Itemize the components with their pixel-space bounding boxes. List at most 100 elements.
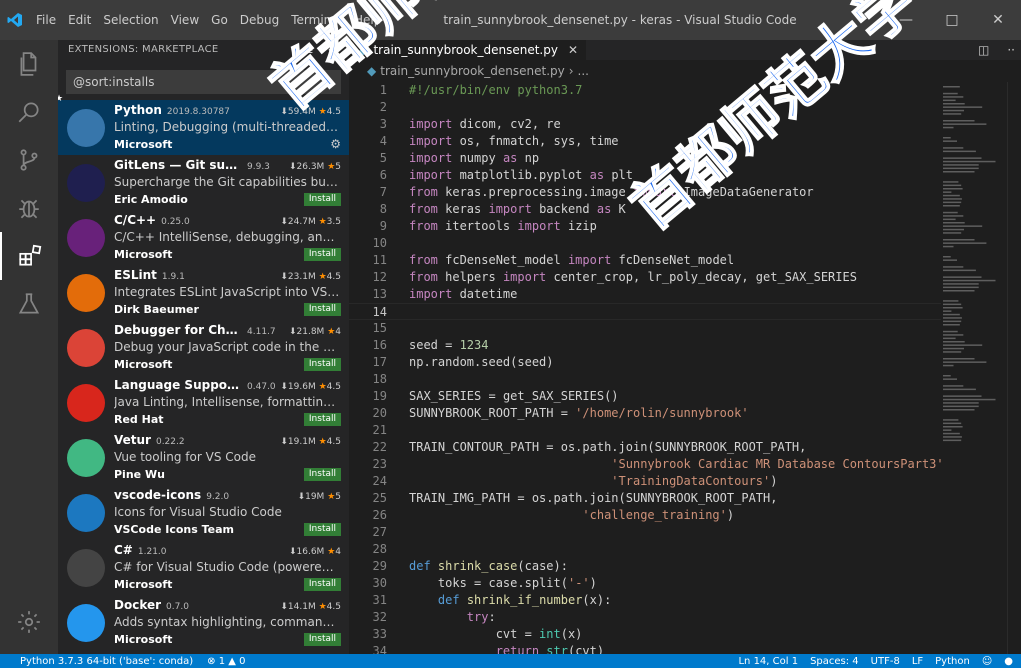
code-line[interactable]: 19 SAX_SERIES = get_SAX_SERIES() xyxy=(349,388,941,405)
language-mode[interactable]: Python xyxy=(935,656,970,667)
code-line[interactable]: 23 'Sunnybrook Cardiac MR Database Conto… xyxy=(349,456,941,473)
code-line[interactable]: 17 np.random.seed(seed) xyxy=(349,354,941,371)
tab-train-sunnybrook[interactable]: ◆ train_sunnybrook_densenet.py ✕ xyxy=(349,40,587,60)
code-line[interactable]: 30 toks = case.split('-') xyxy=(349,575,941,592)
install-button[interactable]: Install xyxy=(303,302,341,316)
rating-star-icon: ★ xyxy=(318,272,327,282)
minimap-line xyxy=(943,313,960,316)
extension-item[interactable]: Language Support f... 0.47.0 ⬇19.6M ★4.5 Ja… xyxy=(58,375,349,430)
code-line[interactable]: 29 def shrink_case(case): xyxy=(349,558,941,575)
code-line[interactable]: 31 def shrink_if_number(x): xyxy=(349,592,941,609)
extension-item[interactable]: Debugger for Chrome 4.11.7 ⬇21.8M ★4 Debug … xyxy=(58,320,349,375)
extension-item[interactable]: Vetur 0.22.2 ⬇19.1M ★4.5 Vue tooling for VS… xyxy=(58,430,349,485)
extensions-search-input[interactable]: @sort:installs xyxy=(66,70,341,94)
code-line[interactable]: 27 xyxy=(349,524,941,541)
menu-file[interactable]: File xyxy=(30,0,62,40)
minimize-icon[interactable]: — xyxy=(883,0,929,40)
code-line[interactable]: 20 SUNNYBROOK_ROOT_PATH = '/home/rolin/su… xyxy=(349,405,941,422)
extension-item[interactable]: GitLens — Git superch... 9.9.3 ⬇26.3M ★5 Su… xyxy=(58,155,349,210)
code-line[interactable]: 13 import datetime xyxy=(349,286,941,303)
code-line[interactable]: 21 xyxy=(349,422,941,439)
test-flask-icon[interactable] xyxy=(0,280,58,328)
search-icon[interactable] xyxy=(0,88,58,136)
code-line[interactable]: 24 'TrainingDataContours') xyxy=(349,473,941,490)
extension-item[interactable]: vscode-icons 9.2.0 ⬇19M ★5 Icons for Visual… xyxy=(58,485,349,540)
extension-item[interactable]: Docker 0.7.0 ⬇14.1M ★4.5 Adds syntax highli… xyxy=(58,595,349,650)
install-button[interactable]: Install xyxy=(303,357,341,371)
maximize-icon[interactable]: □ xyxy=(929,0,975,40)
code-line[interactable]: 10 xyxy=(349,235,941,252)
code-line[interactable]: 22 TRAIN_CONTOUR_PATH = os.path.join(SUNN… xyxy=(349,439,941,456)
code-line[interactable]: 16 seed = 1234 xyxy=(349,337,941,354)
rating-value: 4.5 xyxy=(326,107,341,117)
feedback-smiley-icon[interactable]: ☺ xyxy=(982,656,992,667)
install-button[interactable]: Install xyxy=(303,467,341,481)
settings-gear-icon[interactable] xyxy=(0,598,58,646)
indentation[interactable]: Spaces: 4 xyxy=(810,656,859,667)
cursor-position[interactable]: Ln 14, Col 1 xyxy=(738,656,798,667)
code-line[interactable]: 33 cvt = int(x) xyxy=(349,626,941,643)
code-line[interactable]: 3 import dicom, cv2, re xyxy=(349,116,941,133)
menu-debug[interactable]: Debug xyxy=(234,0,285,40)
filter-icon[interactable]: ≡ xyxy=(303,43,313,57)
breadcrumb-symbol[interactable]: ... xyxy=(578,64,589,78)
install-button[interactable]: Install xyxy=(303,412,341,426)
code-line[interactable]: 32 try: xyxy=(349,609,941,626)
code-line[interactable]: 25 TRAIN_IMG_PATH = os.path.join(SUNNYBRO… xyxy=(349,490,941,507)
editor-more-icon[interactable]: ·· xyxy=(1007,43,1015,57)
extension-name: Language Support f... xyxy=(114,378,242,392)
code-line[interactable]: 5 import numpy as np xyxy=(349,150,941,167)
python-interpreter[interactable]: Python 3.7.3 64-bit ('base': conda) xyxy=(20,656,193,667)
code-line[interactable]: 28 xyxy=(349,541,941,558)
code-line[interactable]: 15 xyxy=(349,320,941,337)
code-line[interactable]: 2 xyxy=(349,99,941,116)
code-line[interactable]: 4 import os, fnmatch, sys, time xyxy=(349,133,941,150)
rating-value: 4.5 xyxy=(326,602,341,612)
split-editor-icon[interactable]: ◫ xyxy=(978,43,989,57)
code-line[interactable]: 18 xyxy=(349,371,941,388)
extensions-icon[interactable] xyxy=(0,232,58,280)
menu-go[interactable]: Go xyxy=(205,0,234,40)
menu-help[interactable]: Help xyxy=(348,0,387,40)
install-button[interactable]: Install xyxy=(303,632,341,646)
code-line[interactable]: 26 'challenge_training') xyxy=(349,507,941,524)
code-editor[interactable]: 1 #!/usr/bin/env python3.7 2 3 import dicom,… xyxy=(349,82,941,654)
extension-item[interactable]: C/C++ 0.25.0 ⬇24.7M ★3.5 C/C++ IntelliSense… xyxy=(58,210,349,265)
csharp-icon xyxy=(58,540,114,595)
install-button[interactable]: Install xyxy=(303,577,341,591)
menu-terminal[interactable]: Terminal xyxy=(285,0,348,40)
code-line[interactable]: 12 from helpers import center_crop, lr_po… xyxy=(349,269,941,286)
code-line[interactable]: 6 import matplotlib.pyplot as plt xyxy=(349,167,941,184)
close-tab-icon[interactable]: ✕ xyxy=(568,43,578,57)
notifications-bell-icon[interactable]: ● xyxy=(1004,656,1013,667)
menu-view[interactable]: View xyxy=(165,0,205,40)
code-line[interactable]: 7 from keras.preprocessing.image import I… xyxy=(349,184,941,201)
install-button[interactable]: Install xyxy=(303,192,341,206)
more-actions-icon[interactable]: ··· xyxy=(328,43,339,57)
close-window-icon[interactable]: ✕ xyxy=(975,0,1021,40)
menu-selection[interactable]: Selection xyxy=(97,0,164,40)
menu-edit[interactable]: Edit xyxy=(62,0,97,40)
code-line[interactable]: 14 xyxy=(349,303,941,320)
extension-item[interactable]: ★ Python 2019.8.30787 ⬇59.4M ★4.5 Linting, D… xyxy=(58,94,349,155)
breadcrumb-file[interactable]: train_sunnybrook_densenet.py xyxy=(380,64,565,78)
manage-gear-icon[interactable]: ⚙ xyxy=(330,137,341,151)
install-button[interactable]: Install xyxy=(303,247,341,261)
extension-item[interactable]: ESLint 1.9.1 ⬇23.1M ★4.5 Integrates ESLint … xyxy=(58,265,349,320)
code-line[interactable]: 9 from itertools import izip xyxy=(349,218,941,235)
editor-scrollbar[interactable] xyxy=(1007,82,1021,654)
code-line[interactable]: 11 from fcDenseNet_model import fcDenseNe… xyxy=(349,252,941,269)
source-control-icon[interactable] xyxy=(0,136,58,184)
code-line[interactable]: 8 from keras import backend as K xyxy=(349,201,941,218)
extension-list: ★ Python 2019.8.30787 ⬇59.4M ★4.5 Linting, D… xyxy=(58,94,349,650)
end-of-line[interactable]: LF xyxy=(912,656,923,667)
debug-icon[interactable] xyxy=(0,184,58,232)
minimap[interactable] xyxy=(941,82,1007,654)
code-line[interactable]: 1 #!/usr/bin/env python3.7 xyxy=(349,82,941,99)
install-button[interactable]: Install xyxy=(303,522,341,536)
explorer-icon[interactable] xyxy=(0,40,58,88)
code-line[interactable]: 34 return str(cvt) xyxy=(349,643,941,654)
encoding[interactable]: UTF-8 xyxy=(871,656,900,667)
extension-item[interactable]: C# 1.21.0 ⬇16.6M ★4 C# for Visual Studio Co… xyxy=(58,540,349,595)
problems-indicator[interactable]: ⊗ 1 ▲ 0 xyxy=(207,656,245,667)
